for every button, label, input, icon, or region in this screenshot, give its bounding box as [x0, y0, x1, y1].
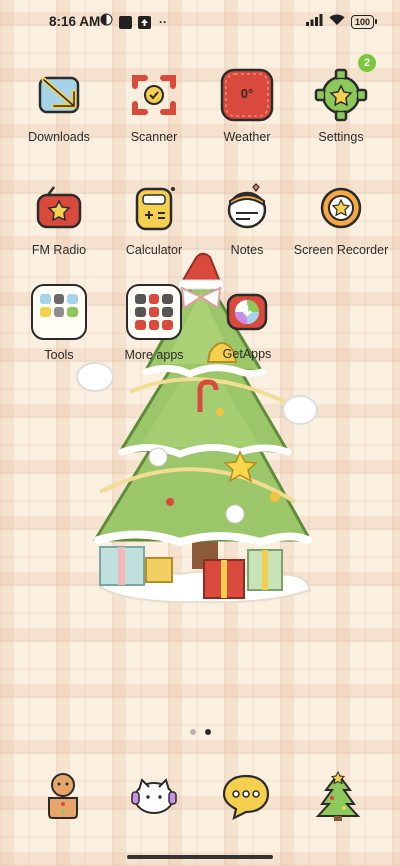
status-bar: 8:16 AM ·· 100 — [0, 0, 400, 44]
christmas-tree-browser-icon — [312, 770, 364, 826]
messages-bubble-icon — [220, 774, 272, 826]
app-label: Tools — [44, 348, 74, 362]
battery-icon: 100 — [350, 15, 378, 29]
page-dot[interactable] — [189, 729, 196, 735]
app-scanner[interactable]: Scanner — [106, 66, 202, 145]
gingerbread-phone-icon — [37, 773, 89, 826]
weather-temperature: 0° — [240, 86, 254, 101]
page-indicator[interactable] — [0, 729, 400, 735]
fm-radio-icon — [30, 179, 88, 237]
folder-more-apps[interactable]: More apps — [106, 283, 202, 363]
app-label: Screen Recorder — [293, 243, 389, 257]
app-label: Downloads — [28, 130, 90, 144]
dock-browser[interactable] — [312, 770, 364, 822]
app-label: FM Radio — [31, 243, 87, 257]
app-settings[interactable]: 2 Settings — [293, 54, 389, 145]
dock-contacts[interactable] — [128, 770, 180, 822]
app-getapps[interactable]: GetApps — [199, 283, 295, 362]
app-calculator[interactable]: Calculator — [106, 179, 202, 258]
more-apps-folder-icon — [125, 284, 183, 342]
dock-messages[interactable] — [220, 770, 272, 822]
home-gesture-bar[interactable] — [127, 855, 273, 859]
tools-folder-icon — [30, 284, 88, 342]
app-weather[interactable]: 0° Weather — [199, 66, 295, 145]
dock-phone[interactable] — [37, 770, 89, 822]
downloads-icon — [30, 66, 88, 124]
app-label: More apps — [124, 348, 184, 362]
screen-recorder-icon — [312, 179, 370, 237]
more-notifications-icon: ·· — [159, 15, 167, 29]
notification-icons: ·· — [100, 13, 167, 31]
calculator-icon — [125, 179, 183, 237]
system-icons: 100 — [305, 13, 378, 31]
weather-icon: 0° — [218, 66, 276, 124]
app-label: Notes — [230, 243, 264, 257]
app-notes[interactable]: Notes — [199, 179, 295, 258]
app-label: Settings — [318, 130, 364, 144]
app-label: GetApps — [222, 347, 272, 361]
notification-app-icon — [119, 15, 132, 29]
app-label: Calculator — [125, 243, 183, 257]
signal-icon — [305, 13, 323, 31]
wifi-icon — [329, 13, 345, 31]
app-label: Scanner — [130, 130, 178, 144]
scanner-icon — [125, 66, 183, 124]
app-label: Weather — [223, 130, 271, 144]
page-dot-active[interactable] — [204, 729, 211, 735]
contacts-cat-icon — [128, 778, 180, 826]
app-screen-recorder[interactable]: Screen Recorder — [293, 179, 389, 258]
app-fm-radio[interactable]: FM Radio — [11, 179, 107, 258]
upload-notification-icon — [138, 15, 151, 29]
notification-badge: 2 — [358, 54, 376, 72]
data-saver-icon — [100, 13, 113, 31]
folder-tools[interactable]: Tools — [11, 283, 107, 363]
getapps-icon — [218, 283, 276, 341]
settings-gear-icon: 2 — [312, 54, 376, 124]
app-downloads[interactable]: Downloads — [11, 66, 107, 145]
status-time: 8:16 AM — [49, 14, 101, 29]
notes-icon — [218, 179, 276, 237]
